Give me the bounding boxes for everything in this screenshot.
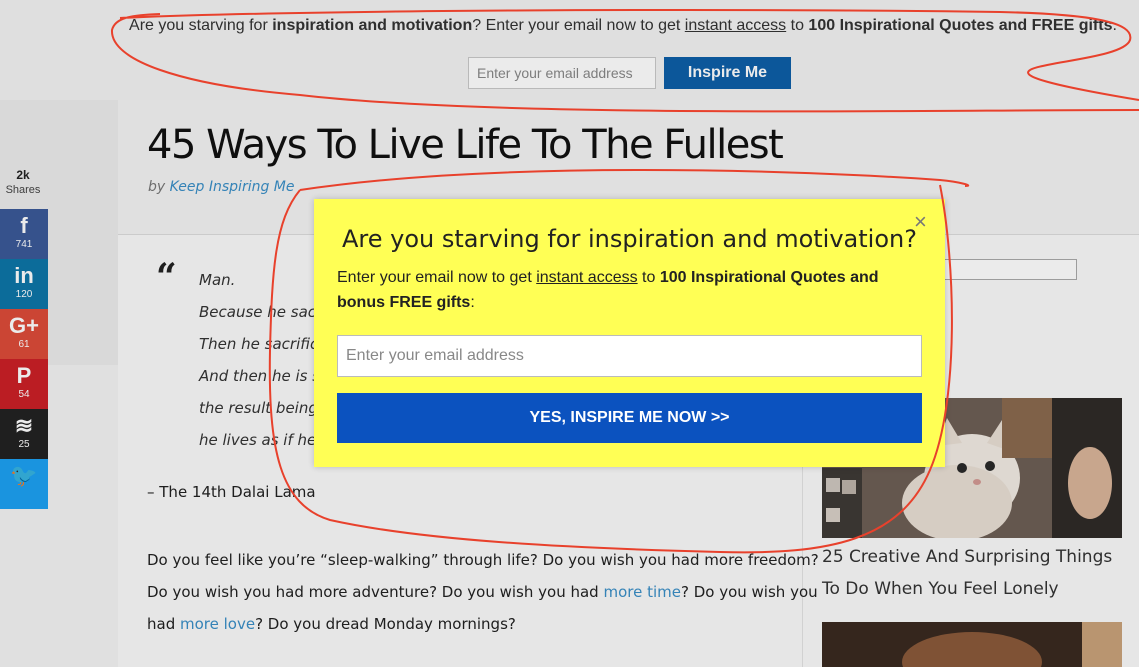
more-time-link[interactable]: more time	[603, 583, 681, 601]
buffer-icon: ≋	[14, 413, 34, 438]
share-total-label: Shares	[5, 184, 41, 196]
share-button-buffer[interactable]: ≋ 25	[0, 409, 48, 459]
quote-attribution: – The 14th Dalai Lama	[147, 483, 316, 501]
author-link[interactable]: Keep Inspiring Me	[170, 179, 295, 195]
modal-sub-text: to	[637, 269, 660, 286]
modal-subtitle: Enter your email now to get instant acce…	[337, 265, 922, 315]
quote-mark-icon: “	[156, 256, 177, 298]
share-count: 741	[15, 239, 33, 250]
share-button-pinterest[interactable]: P 54	[0, 359, 48, 409]
optin-text-bold: inspiration and motivation	[272, 17, 473, 34]
modal-instant-access-link[interactable]: instant access	[536, 269, 637, 286]
share-count: 54	[18, 389, 30, 400]
sidebar-article-link[interactable]: 25 Creative And Surprising Things To Do …	[822, 541, 1122, 605]
sidebar-image-graphic	[822, 622, 1122, 667]
para-text: ? Do you wish you	[680, 583, 818, 601]
quote-line: Man.	[199, 271, 236, 289]
optin-top-bar: Are you starving for inspiration and mot…	[0, 0, 1139, 100]
article-paragraph: Do you feel like you’re “sleep-walking” …	[147, 551, 819, 569]
byline-prefix: by	[148, 179, 170, 195]
para-text: ? Do you dread Monday mornings?	[255, 615, 516, 633]
facebook-icon: f	[20, 213, 28, 238]
modal-sub-text: Enter your email now to get	[337, 269, 537, 286]
share-count: 61	[18, 339, 30, 350]
linkedin-icon: in	[14, 263, 34, 288]
more-love-link[interactable]: more love	[180, 615, 255, 633]
optin-modal: × Are you starving for inspiration and m…	[314, 199, 945, 467]
optin-bar-text: Are you starving for inspiration and mot…	[0, 17, 1139, 35]
share-button-twitter[interactable]: 🐦	[0, 459, 48, 509]
optin-text-mid: ? Enter your email now to get	[472, 17, 685, 34]
topbar-email-input[interactable]	[468, 57, 656, 89]
pinterest-icon: P	[16, 363, 32, 388]
google-plus-icon: G+	[9, 313, 39, 338]
sidebar-thumbnail-image[interactable]	[822, 622, 1122, 667]
article-title: 45 Ways To Live Life To The Fullest	[147, 122, 784, 168]
byline: by Keep Inspiring Me	[148, 179, 295, 195]
share-button-facebook[interactable]: f 741	[0, 209, 48, 259]
twitter-icon: 🐦	[10, 463, 38, 488]
article-paragraph: Do you wish you had more adventure? Do y…	[147, 583, 818, 601]
optin-text-pre: Are you starving for	[129, 17, 273, 34]
share-count: 25	[18, 439, 30, 450]
modal-title: Are you starving for inspiration and mot…	[342, 225, 917, 253]
share-button-google-plus[interactable]: G+ 61	[0, 309, 48, 359]
optin-text-bold2: 100 Inspirational Quotes and FREE gifts	[808, 17, 1113, 34]
modal-email-input[interactable]	[337, 335, 922, 377]
para-text: had	[147, 615, 180, 633]
inspire-me-button[interactable]: Inspire Me	[664, 57, 791, 89]
inspire-me-now-button[interactable]: YES, INSPIRE ME NOW >>	[337, 393, 922, 443]
optin-text-post: .	[1112, 17, 1117, 34]
sidebar-search-input[interactable]	[940, 259, 1077, 280]
optin-instant-access-link[interactable]: instant access	[685, 17, 786, 34]
para-text: Do you wish you had more adventure? Do y…	[147, 583, 604, 601]
share-count: 120	[15, 289, 33, 300]
article-paragraph: had more love? Do you dread Monday morni…	[147, 615, 516, 633]
modal-sub-text: :	[470, 294, 475, 311]
share-button-linkedin[interactable]: in 120	[0, 259, 48, 309]
optin-text-mid2: to	[786, 17, 809, 34]
share-total-count: 2k	[16, 168, 30, 182]
